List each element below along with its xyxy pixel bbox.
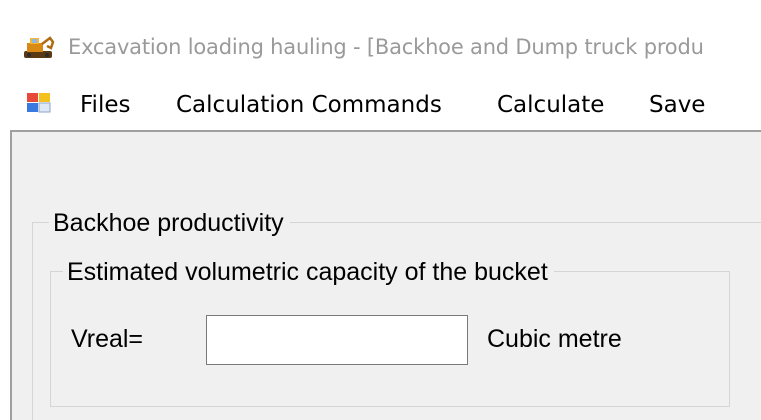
vreal-label: Vreal= xyxy=(71,325,144,353)
toolbar-area xyxy=(12,132,761,202)
window-title: Excavation loading hauling - [Backhoe an… xyxy=(68,35,704,59)
bucket-capacity-group: Estimated volumetric capacity of the buc… xyxy=(50,258,730,407)
bucket-capacity-title: Estimated volumetric capacity of the buc… xyxy=(63,258,554,286)
menu-files[interactable]: Files xyxy=(80,90,130,120)
menu-bar: Files Calculation Commands Calculate Sav… xyxy=(0,82,761,130)
title-bar[interactable]: Excavation loading hauling - [Backhoe an… xyxy=(0,12,761,82)
mdi-child-window-icon[interactable] xyxy=(26,92,52,114)
excavator-icon xyxy=(22,34,56,60)
menu-calculation-commands[interactable]: Calculation Commands xyxy=(176,90,442,120)
vreal-input[interactable] xyxy=(206,315,468,365)
backhoe-productivity-title: Backhoe productivity xyxy=(49,209,290,237)
cubic-metre-label: Cubic metre xyxy=(487,325,622,353)
menu-save[interactable]: Save xyxy=(649,90,705,120)
backhoe-productivity-group: Backhoe productivity Estimated volumetri… xyxy=(32,209,761,420)
menu-calculate[interactable]: Calculate xyxy=(497,90,604,120)
